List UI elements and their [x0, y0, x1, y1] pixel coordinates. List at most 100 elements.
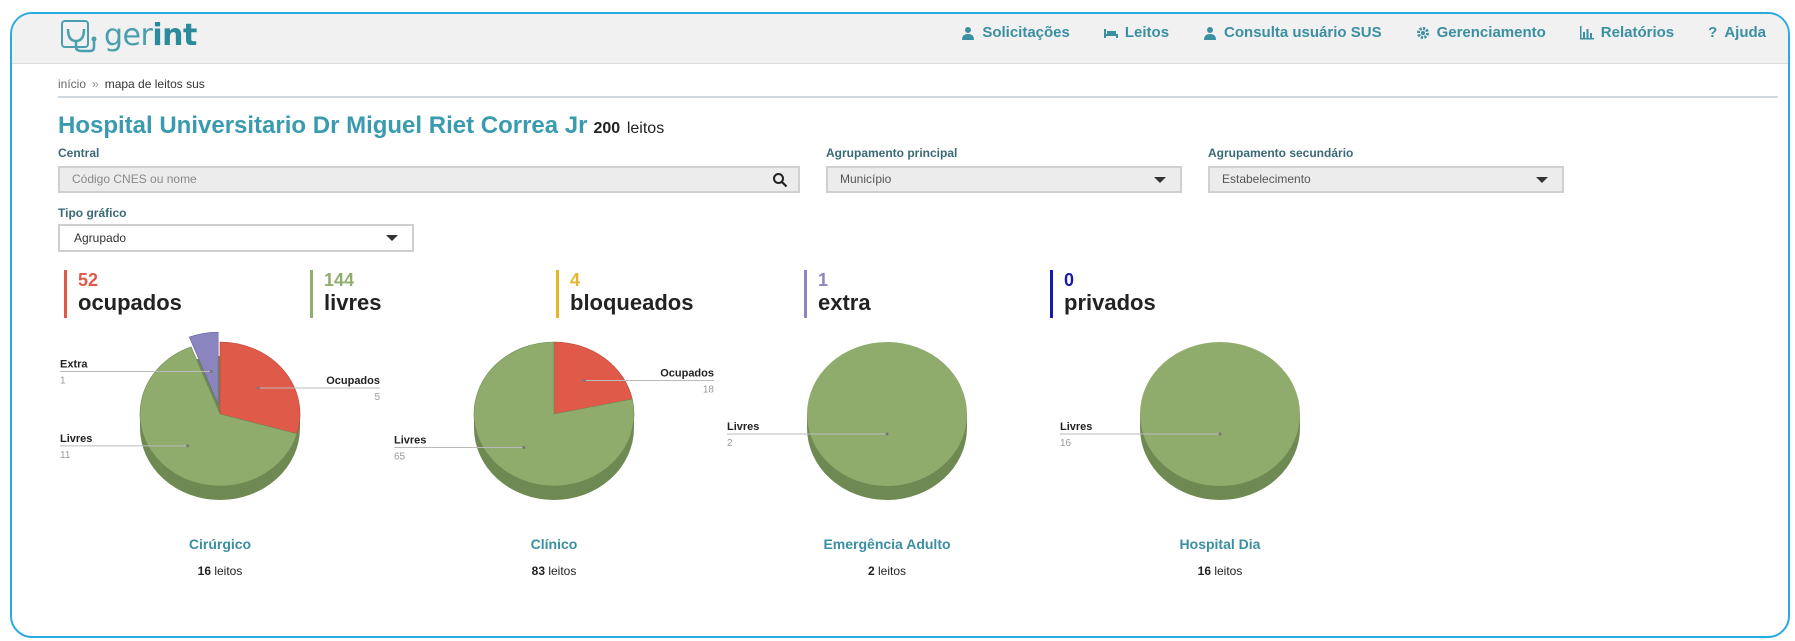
logo-icon: [61, 19, 97, 52]
nav-gerenciamento[interactable]: Gerenciamento: [1416, 24, 1546, 41]
pie-chart-clinico: Clínico 83 leitos Ocupados 18 Livres 65: [384, 326, 724, 578]
slice-label: Extra: [60, 359, 88, 371]
slice-label: Ocupados: [660, 367, 714, 379]
nav-label: Ajuda: [1724, 24, 1766, 41]
central-search-input[interactable]: Código CNES ou nome: [58, 166, 800, 193]
browser-frame: gerint Solicitações Leitos Consulta usuá…: [10, 12, 1790, 638]
leader-dot: [209, 370, 213, 374]
chart-total: 2 leitos: [867, 564, 907, 578]
nav-label: Solicitações: [982, 24, 1070, 41]
pie-slice-livres[interactable]: [807, 342, 967, 486]
principal-label: Agrupamento principal: [826, 146, 958, 160]
stat-label: extra: [818, 290, 871, 315]
nav-consulta-usuario-sus[interactable]: Consulta usuário SUS: [1203, 24, 1382, 41]
nav-label: Gerenciamento: [1436, 24, 1546, 41]
principal-value: Município: [840, 172, 892, 186]
leader-dot: [186, 444, 190, 448]
pie-chart-emergencia-adulto: Emergência Adulto 2 leitos Livres 2: [717, 326, 1057, 578]
tipo-grafico-value: Agrupado: [74, 231, 127, 245]
stat-value: 4: [570, 270, 581, 290]
central-placeholder: Código CNES ou nome: [72, 172, 197, 186]
slice-value: 2: [727, 438, 733, 449]
stat-extra: 1 extra: [804, 270, 871, 318]
chart-title[interactable]: Emergência Adulto: [717, 536, 1057, 552]
chart-title[interactable]: Clínico: [384, 536, 724, 552]
pie-svg: Ocupados 18 Livres 65: [394, 341, 715, 500]
stat-livres: 144 livres: [310, 270, 382, 318]
breadcrumb-current: mapa de leitos sus: [104, 77, 205, 91]
chart-title[interactable]: Hospital Dia: [1050, 536, 1390, 552]
gerint-logo[interactable]: gerint: [60, 18, 197, 53]
slice-value: 1: [60, 376, 66, 387]
stat-label: ocupados: [78, 290, 182, 315]
search-icon[interactable]: [772, 172, 788, 188]
pie-svg: Livres 16: [1060, 342, 1300, 500]
stat-label: bloqueados: [570, 290, 694, 315]
nav-leitos[interactable]: Leitos: [1103, 24, 1169, 41]
chart-title[interactable]: Cirúrgico: [50, 536, 390, 552]
top-header: gerint Solicitações Leitos Consulta usuá…: [12, 14, 1788, 64]
secundario-label: Agrupamento secundário: [1208, 146, 1354, 160]
stat-ocupados: 52 ocupados: [64, 270, 182, 318]
breadcrumb-separator: »: [92, 77, 99, 91]
chart-total: 83 leitos: [531, 564, 577, 578]
stat-value: 52: [78, 270, 99, 290]
chart-total: 16 leitos: [197, 564, 243, 578]
slice-value: 18: [703, 384, 715, 395]
gear-icon: [1416, 26, 1429, 39]
main-content: início » mapa de leitos sus Hospital Unive…: [58, 74, 1778, 256]
user-icon: [962, 26, 975, 40]
pie-charts: Cirúrgico 16 leitos Ocupados 5 Livres 11 Ext…: [12, 326, 1788, 586]
pie-svg: Ocupados 5 Livres 11 Extra 1: [60, 331, 380, 500]
stat-label: privados: [1064, 290, 1156, 315]
principal-select[interactable]: Município: [826, 166, 1182, 193]
slice-value: 11: [60, 450, 71, 461]
nav-ajuda[interactable]: ? Ajuda: [1708, 24, 1766, 41]
bed-count: 200: [593, 120, 621, 137]
nav-label: Relatórios: [1600, 24, 1675, 41]
pie-slice-livres[interactable]: [1140, 342, 1300, 486]
stat-label: livres: [324, 290, 382, 315]
chart-total: 16 leitos: [1197, 564, 1243, 578]
leader-dot: [1218, 432, 1222, 436]
stat-privados: 0 privados: [1050, 270, 1156, 318]
leader-dot: [885, 432, 889, 436]
bed-icon: [1103, 28, 1118, 38]
slice-value: 5: [374, 392, 380, 403]
pie-chart-hospital-dia: Hospital Dia 16 leitos Livres 16: [1050, 326, 1390, 578]
bed-count-unit: leitos: [626, 120, 665, 137]
stat-color-bar: [310, 270, 313, 318]
hospital-name: Hospital Universitario Dr Miguel Riet Co…: [58, 112, 588, 139]
stat-value: 144: [324, 270, 355, 290]
leader-dot: [256, 386, 260, 390]
page-title: Hospital Universitario Dr Miguel Riet Co…: [58, 112, 1778, 140]
slice-label: Ocupados: [326, 375, 380, 387]
nav-relatorios[interactable]: Relatórios: [1579, 24, 1675, 41]
breadcrumb: início » mapa de leitos sus: [58, 74, 1778, 98]
slice-label: Livres: [60, 433, 92, 445]
stat-value: 0: [1064, 270, 1075, 290]
leader-dot: [582, 378, 586, 382]
stat-color-bar: [1050, 270, 1053, 318]
user-icon: [1204, 26, 1217, 40]
bed-status-summary: 52 ocupados 144 livres 4 bloqueados 1 ex…: [64, 270, 1364, 320]
tipo-grafico-group: Tipo gráfico Agrupado: [58, 206, 1778, 256]
secundario-select[interactable]: Estabelecimento: [1208, 166, 1564, 193]
leader-dot: [522, 446, 526, 450]
chevron-down-icon: [1154, 177, 1166, 183]
slice-label: Livres: [1060, 421, 1092, 433]
stat-bloqueados: 4 bloqueados: [556, 270, 693, 318]
nav-label: Consulta usuário SUS: [1224, 24, 1382, 41]
chevron-down-icon: [386, 235, 398, 241]
nav-solicitacoes[interactable]: Solicitações: [961, 24, 1070, 41]
tipo-grafico-select[interactable]: Agrupado: [58, 224, 414, 252]
slice-label: Livres: [727, 421, 759, 433]
secundario-value: Estabelecimento: [1222, 172, 1311, 186]
stat-color-bar: [64, 270, 67, 318]
stat-value: 1: [818, 270, 829, 290]
slice-value: 16: [1060, 438, 1072, 449]
breadcrumb-home[interactable]: início: [58, 77, 86, 91]
central-label: Central: [58, 146, 100, 160]
tipo-grafico-label: Tipo gráfico: [58, 206, 127, 220]
stat-color-bar: [556, 270, 559, 318]
